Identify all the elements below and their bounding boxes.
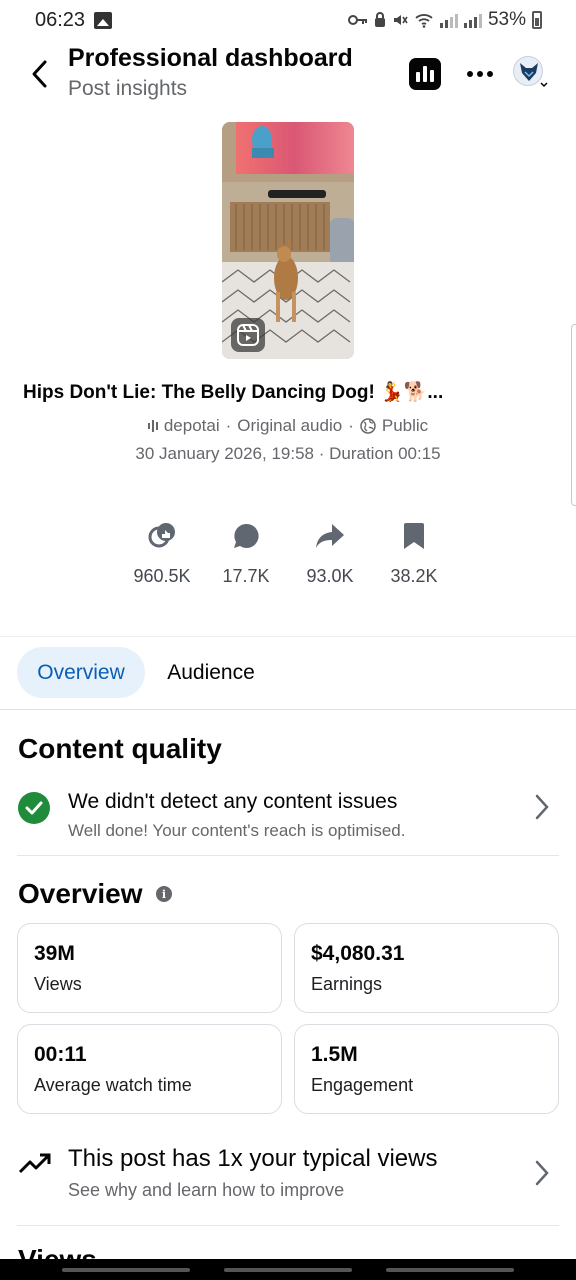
chevron-right-icon <box>535 1160 549 1186</box>
signal-icon <box>439 12 458 28</box>
nav-recents-button[interactable] <box>62 1268 190 1272</box>
gallery-notification-icon <box>94 12 112 29</box>
metric-card-views[interactable]: 39M Views <box>17 923 282 1013</box>
post-author[interactable]: depotai <box>164 416 220 436</box>
metric-label: Engagement <box>311 1075 414 1095</box>
metric-label: Earnings <box>311 974 383 994</box>
content-quality-subtitle: Well done! Your content's reach is optim… <box>68 821 406 840</box>
status-bar: 06:23 53% <box>0 0 576 42</box>
metric-value: 39M <box>34 942 75 965</box>
stat-saves-value: 38.2K <box>390 566 438 586</box>
post-audio[interactable]: Original audio <box>237 416 342 436</box>
comment-icon <box>231 520 261 552</box>
stat-comments[interactable]: 17.7K <box>201 520 291 587</box>
header: Professional dashboard Post insights <box>0 42 576 112</box>
insights-chart-button[interactable] <box>409 58 441 90</box>
scrollbar[interactable] <box>571 324 576 506</box>
back-arrow-icon <box>32 60 47 88</box>
wifi-icon <box>415 14 433 28</box>
typical-views-title: This post has 1x your typical views <box>68 1145 438 1172</box>
stat-reactions-value: 960.5K <box>133 566 191 586</box>
content-quality-title: We didn't detect any content issues <box>68 790 398 813</box>
chevron-down-icon <box>540 82 548 88</box>
metric-value: 00:11 <box>34 1043 87 1066</box>
status-time: 06:23 <box>35 9 86 31</box>
nav-back-button[interactable] <box>386 1268 514 1272</box>
metric-card-watch-time[interactable]: 00:11 Average watch time <box>17 1024 282 1114</box>
reel-icon <box>231 318 265 352</box>
key-icon <box>347 15 367 25</box>
divider <box>17 855 559 856</box>
metric-value: 1.5M <box>311 1043 358 1066</box>
battery-icon <box>532 11 542 29</box>
metric-label: Views <box>34 974 82 994</box>
back-button[interactable] <box>22 54 58 94</box>
divider <box>17 1225 559 1226</box>
battery-level: 53% <box>487 9 526 30</box>
stat-shares-value: 93.0K <box>306 566 354 586</box>
metric-label: Average watch time <box>34 1075 192 1095</box>
tab-audience[interactable]: Audience <box>148 647 274 698</box>
stat-saves[interactable]: 38.2K <box>369 520 459 587</box>
system-navigation-bar <box>0 1259 576 1280</box>
trending-up-icon <box>18 1153 51 1174</box>
page-title: Professional dashboard <box>68 44 353 72</box>
account-switcher-button[interactable] <box>513 56 549 92</box>
stat-shares[interactable]: 93.0K <box>285 520 375 587</box>
fox-logo-icon <box>520 63 538 81</box>
tabs-divider <box>0 709 576 710</box>
bookmark-icon <box>399 520 429 552</box>
more-options-button[interactable] <box>464 62 496 86</box>
share-icon <box>315 520 345 552</box>
signal-icon-2 <box>463 12 482 28</box>
metric-card-engagement[interactable]: 1.5M Engagement <box>294 1024 559 1114</box>
typical-views-row[interactable]: This post has 1x your typical views See … <box>0 1142 576 1212</box>
mute-icon <box>393 15 408 25</box>
divider <box>0 636 576 637</box>
check-circle-icon <box>18 792 50 824</box>
metric-card-earnings[interactable]: $4,080.31 Earnings <box>294 923 559 1013</box>
chevron-right-icon <box>535 794 549 820</box>
overview-heading: Overview <box>18 878 143 909</box>
info-icon[interactable]: i <box>156 886 172 902</box>
typical-views-subtitle: See why and learn how to improve <box>68 1180 345 1200</box>
post-title: Hips Don't Lie: The Belly Dancing Dog! 💃… <box>23 382 444 403</box>
reaction-icon <box>147 520 177 552</box>
tab-overview[interactable]: Overview <box>17 647 145 698</box>
stat-reactions[interactable]: 960.5K <box>117 520 207 587</box>
lock-notification-icon <box>374 12 385 27</box>
post-meta: depotai · Original audio · Public <box>0 416 576 436</box>
globe-icon <box>360 418 376 434</box>
metric-value: $4,080.31 <box>311 942 405 965</box>
audio-waveform-icon <box>147 420 158 432</box>
nav-home-button[interactable] <box>224 1268 352 1272</box>
engagement-stats: 960.5K 17.7K 93.0K 38.2K <box>0 520 576 600</box>
page-subtitle: Post insights <box>68 77 188 100</box>
post-date-duration: 30 January 2026, 19:58 · Duration 00:15 <box>135 444 441 463</box>
stat-comments-value: 17.7K <box>222 566 270 586</box>
content-quality-heading: Content quality <box>18 733 222 764</box>
post-visibility: Public <box>381 416 429 435</box>
content-quality-row[interactable]: We didn't detect any content issues Well… <box>0 784 576 848</box>
